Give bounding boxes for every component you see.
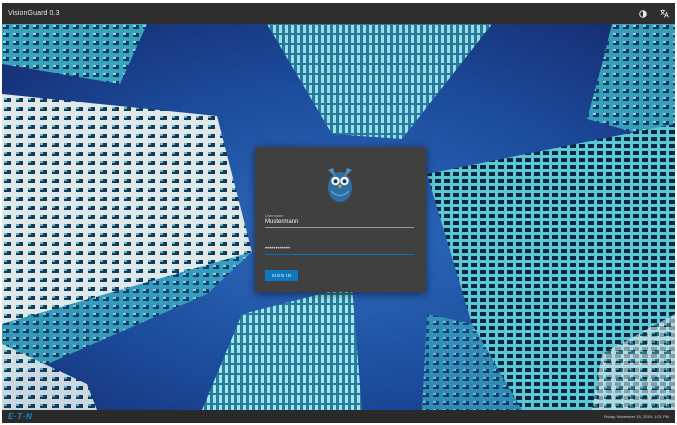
- username-field[interactable]: Username Mustermann: [265, 213, 414, 228]
- app-window: VisionGuard 0.3 Username Mustermann ••••…: [2, 3, 675, 423]
- translate-icon[interactable]: [659, 9, 669, 19]
- eaton-logo: E·T·N: [8, 412, 33, 421]
- contrast-icon[interactable]: [638, 9, 648, 19]
- app-title: VisionGuard 0.3: [8, 10, 60, 17]
- password-field[interactable]: [265, 245, 414, 255]
- owl-logo: [323, 160, 357, 204]
- sign-in-button[interactable]: SIGN IN: [265, 270, 298, 281]
- login-card: Username Mustermann SIGN IN: [255, 147, 426, 292]
- password-underline: [265, 254, 414, 255]
- top-bar-actions: [638, 9, 669, 19]
- username-value[interactable]: Mustermann: [265, 218, 414, 226]
- timestamp: Friday, November 15, 2019, 1:01 PM: [603, 414, 669, 419]
- password-input[interactable]: [265, 245, 414, 253]
- top-bar: VisionGuard 0.3: [2, 3, 675, 24]
- bottom-bar: E·T·N Friday, November 15, 2019, 1:01 PM: [2, 410, 675, 423]
- username-underline: [265, 227, 414, 228]
